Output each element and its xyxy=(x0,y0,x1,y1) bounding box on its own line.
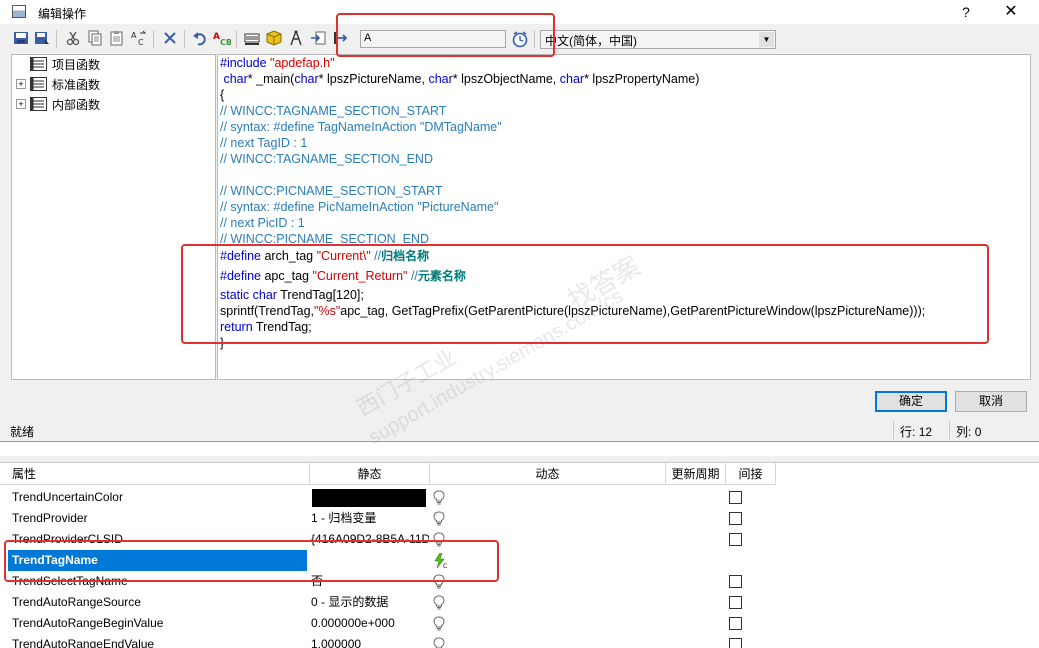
bulb-icon[interactable] xyxy=(433,595,445,610)
property-name: TrendAutoRangeBeginValue xyxy=(12,616,164,630)
bulb-icon[interactable] xyxy=(433,511,445,526)
column-header-static[interactable]: 静态 xyxy=(310,463,430,485)
bulb-icon[interactable] xyxy=(433,490,445,505)
spell-check-icon[interactable]: A CB xyxy=(213,29,231,47)
column-header-indirect[interactable]: 间接 xyxy=(726,463,776,485)
color-swatch[interactable] xyxy=(312,489,426,507)
tree-item-label: 内部函数 xyxy=(52,97,101,112)
indirect-checkbox[interactable] xyxy=(729,638,742,648)
table-row[interactable]: TrendProvider 1 - 归档变量 xyxy=(0,508,1039,529)
annotation-box-search xyxy=(336,13,555,57)
expand-icon[interactable]: + xyxy=(16,79,26,89)
row-indicator: 行: 12 xyxy=(893,421,947,439)
expand-icon[interactable]: + xyxy=(16,99,26,109)
cancel-button[interactable]: 取消 xyxy=(955,391,1027,412)
column-header-dynamic[interactable]: 动态 xyxy=(430,463,666,485)
save-as-icon[interactable] xyxy=(33,29,51,47)
cut-icon[interactable] xyxy=(64,29,82,47)
function-folder-icon xyxy=(30,77,47,91)
table-row[interactable]: TrendAutoRangeEndValue 1.000000 xyxy=(0,634,1039,648)
status-text: 就绪 xyxy=(10,425,35,439)
static-value[interactable]: 1.000000 xyxy=(311,634,429,648)
help-button[interactable]: ? xyxy=(955,2,977,22)
close-button[interactable]: ✕ xyxy=(998,2,1024,22)
code-line-3: { xyxy=(220,88,225,102)
edit-action-dialog: 编辑操作 ? ✕ AC A CB A 中文(简体，中国) ▼ 项目函数 + 标准… xyxy=(0,0,1039,442)
replace-icon[interactable]: AC xyxy=(130,29,148,47)
code-line-9: // syntax: #define PicNameInAction "Pict… xyxy=(220,200,499,214)
indirect-checkbox[interactable] xyxy=(729,575,742,588)
svg-text:C: C xyxy=(138,38,144,46)
indirect-checkbox[interactable] xyxy=(729,512,742,525)
compass-icon[interactable] xyxy=(287,29,305,47)
language-value: 中文(简体，中国) xyxy=(545,34,637,48)
bulb-icon[interactable] xyxy=(433,637,445,648)
table-row[interactable]: TrendUncertainColor xyxy=(0,487,1039,508)
annotation-box-property xyxy=(4,540,499,582)
code-line-7: // WINCC:TAGNAME_SECTION_END xyxy=(220,152,433,166)
column-indicator: 列: 0 xyxy=(949,421,1015,439)
code-line-1: #include "apdefap.h" xyxy=(220,56,335,70)
indirect-checkbox[interactable] xyxy=(729,596,742,609)
svg-text:A: A xyxy=(131,31,137,40)
chevron-down-icon[interactable]: ▼ xyxy=(759,32,774,47)
save-icon[interactable] xyxy=(12,29,30,47)
object-icon[interactable] xyxy=(265,29,283,47)
window-icon xyxy=(12,5,26,18)
function-folder-icon xyxy=(30,97,47,111)
svg-text:A: A xyxy=(213,32,220,42)
annotation-box-code xyxy=(181,244,989,344)
table-row[interactable]: TrendAutoRangeBeginValue 0.000000e+000 xyxy=(0,613,1039,634)
pane-splitter[interactable] xyxy=(0,456,1039,463)
code-line-8: // WINCC:PICNAME_SECTION_START xyxy=(220,184,443,198)
static-value[interactable]: 0.000000e+000 xyxy=(311,613,429,634)
tree-item-label: 项目函数 xyxy=(52,57,101,72)
svg-text:CB: CB xyxy=(220,38,231,46)
static-value[interactable]: 0 - 显示的数据 xyxy=(311,592,429,613)
table-row[interactable]: TrendAutoRangeSource 0 - 显示的数据 xyxy=(0,592,1039,613)
static-value[interactable]: 1 - 归档变量 xyxy=(311,508,429,529)
undo-icon[interactable] xyxy=(191,29,209,47)
code-line-2: char* _main(char* lpszPictureName, char*… xyxy=(220,72,700,86)
window-title: 编辑操作 xyxy=(38,7,87,21)
property-name: TrendProvider xyxy=(12,511,88,525)
tag-select-icon[interactable] xyxy=(243,29,261,47)
tree-item-label: 标准函数 xyxy=(52,77,101,92)
code-line-4: // WINCC:TAGNAME_SECTION_START xyxy=(220,104,447,118)
bulb-icon[interactable] xyxy=(433,616,445,631)
tree-item-project-functions[interactable]: 项目函数 xyxy=(16,55,100,73)
code-line-6: // next TagID : 1 xyxy=(220,136,308,150)
indirect-checkbox[interactable] xyxy=(729,491,742,504)
property-name: TrendAutoRangeSource xyxy=(12,595,141,609)
property-name: TrendAutoRangeEndValue xyxy=(12,637,155,648)
column-header-update-cycle[interactable]: 更新周期 xyxy=(666,463,726,485)
indirect-checkbox[interactable] xyxy=(729,617,742,630)
copy-icon[interactable] xyxy=(86,29,104,47)
import-icon[interactable] xyxy=(309,29,327,47)
indirect-checkbox[interactable] xyxy=(729,533,742,546)
property-name: TrendUncertainColor xyxy=(12,490,123,504)
code-line-5: // syntax: #define TagNameInAction "DMTa… xyxy=(220,120,502,134)
ok-button[interactable]: 确定 xyxy=(875,391,947,412)
language-select[interactable]: 中文(简体，中国) ▼ xyxy=(540,30,776,49)
tree-item-internal-functions[interactable]: + 内部函数 xyxy=(16,95,100,113)
status-bar: 就绪 行: 12 列: 0 xyxy=(0,420,1039,440)
paste-icon[interactable] xyxy=(108,29,126,47)
function-folder-icon xyxy=(30,57,47,71)
code-line-10: // next PicID : 1 xyxy=(220,216,305,230)
delete-icon[interactable] xyxy=(161,29,179,47)
tree-item-standard-functions[interactable]: + 标准函数 xyxy=(16,75,100,93)
column-header-property[interactable]: 属性 xyxy=(0,463,310,485)
